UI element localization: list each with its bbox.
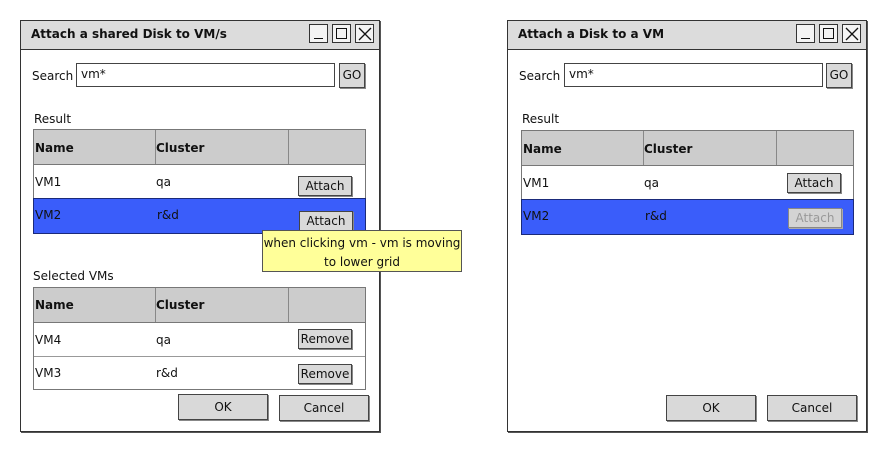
search-label: Search [519, 69, 561, 83]
sticky-note: when clicking vm - vm is moving to lower… [262, 230, 462, 272]
column-header-cluster[interactable]: Cluster [644, 142, 692, 156]
maximize-icon[interactable] [819, 24, 838, 43]
remove-button[interactable]: Remove [298, 364, 352, 384]
column-header-name[interactable]: Name [35, 298, 74, 312]
column-divider [776, 131, 777, 165]
selected-vms-grid: Name Cluster VM4 qa Remove VM3 r&d Remov… [33, 287, 366, 390]
table-row[interactable]: VM3 r&d Remove [34, 357, 365, 390]
cluster-cell: qa [156, 333, 171, 347]
table-row[interactable]: VM1 qa Attach [522, 166, 853, 199]
cluster-cell: r&d [156, 366, 178, 380]
cluster-cell: r&d [157, 208, 179, 222]
search-input[interactable]: vm* [564, 63, 823, 87]
minimize-icon[interactable] [796, 24, 815, 43]
table-row-selected[interactable]: VM2 r&d Attach [33, 198, 366, 234]
vm-name-cell: VM4 [35, 333, 62, 347]
result-label: Result [34, 112, 72, 126]
attach-button-disabled: Attach [788, 208, 842, 228]
selected-vms-label: Selected VMs [33, 269, 114, 283]
vm-name-cell: VM1 [35, 175, 62, 189]
column-divider [288, 288, 289, 322]
minimize-icon[interactable] [309, 24, 328, 43]
result-grid: Name Cluster VM1 qa Attach VM2 r&d Attac… [33, 129, 366, 234]
search-input[interactable]: vm* [76, 63, 335, 87]
column-header-name[interactable]: Name [523, 142, 562, 156]
remove-button[interactable]: Remove [298, 329, 352, 349]
go-button[interactable]: GO [826, 63, 852, 88]
column-header-cluster[interactable]: Cluster [156, 141, 204, 155]
attach-button[interactable]: Attach [299, 211, 353, 231]
dialog-title: Attach a Disk to a VM [518, 27, 665, 41]
ok-button[interactable]: OK [178, 394, 268, 420]
vm-name-cell: VM1 [523, 176, 550, 190]
column-header-cluster[interactable]: Cluster [156, 298, 204, 312]
attach-button[interactable]: Attach [787, 173, 841, 193]
attach-button[interactable]: Attach [298, 176, 352, 196]
cluster-cell: r&d [645, 209, 667, 223]
table-row[interactable]: VM1 qa Attach [34, 165, 365, 198]
close-icon[interactable] [355, 24, 374, 43]
column-header-name[interactable]: Name [35, 141, 74, 155]
cancel-button[interactable]: Cancel [279, 395, 369, 421]
cluster-cell: qa [644, 176, 659, 190]
result-grid: Name Cluster VM1 qa Attach VM2 r&d Attac… [521, 130, 854, 235]
vm-name-cell: VM3 [35, 366, 62, 380]
note-text: when clicking vm - vm is moving to lower… [263, 236, 461, 269]
titlebar: Attach a shared Disk to VM/s [21, 21, 379, 50]
cluster-cell: qa [156, 175, 171, 189]
dialog-title: Attach a shared Disk to VM/s [31, 27, 227, 41]
attach-disk-dialog: Attach a Disk to a VM Search vm* GO Resu… [507, 20, 867, 432]
ok-button[interactable]: OK [666, 395, 756, 421]
maximize-icon[interactable] [332, 24, 351, 43]
table-row-selected[interactable]: VM2 r&d Attach [521, 199, 854, 235]
result-label: Result [522, 112, 560, 126]
vm-name-cell: VM2 [35, 208, 62, 222]
table-row[interactable]: VM4 qa Remove [34, 323, 365, 356]
vm-name-cell: VM2 [523, 209, 550, 223]
close-icon[interactable] [842, 24, 861, 43]
go-button[interactable]: GO [339, 63, 365, 88]
titlebar: Attach a Disk to a VM [508, 21, 866, 50]
cancel-button[interactable]: Cancel [767, 395, 857, 421]
shared-disk-dialog: Attach a shared Disk to VM/s Search vm* … [20, 20, 380, 432]
search-label: Search [32, 69, 74, 83]
column-divider [288, 130, 289, 164]
